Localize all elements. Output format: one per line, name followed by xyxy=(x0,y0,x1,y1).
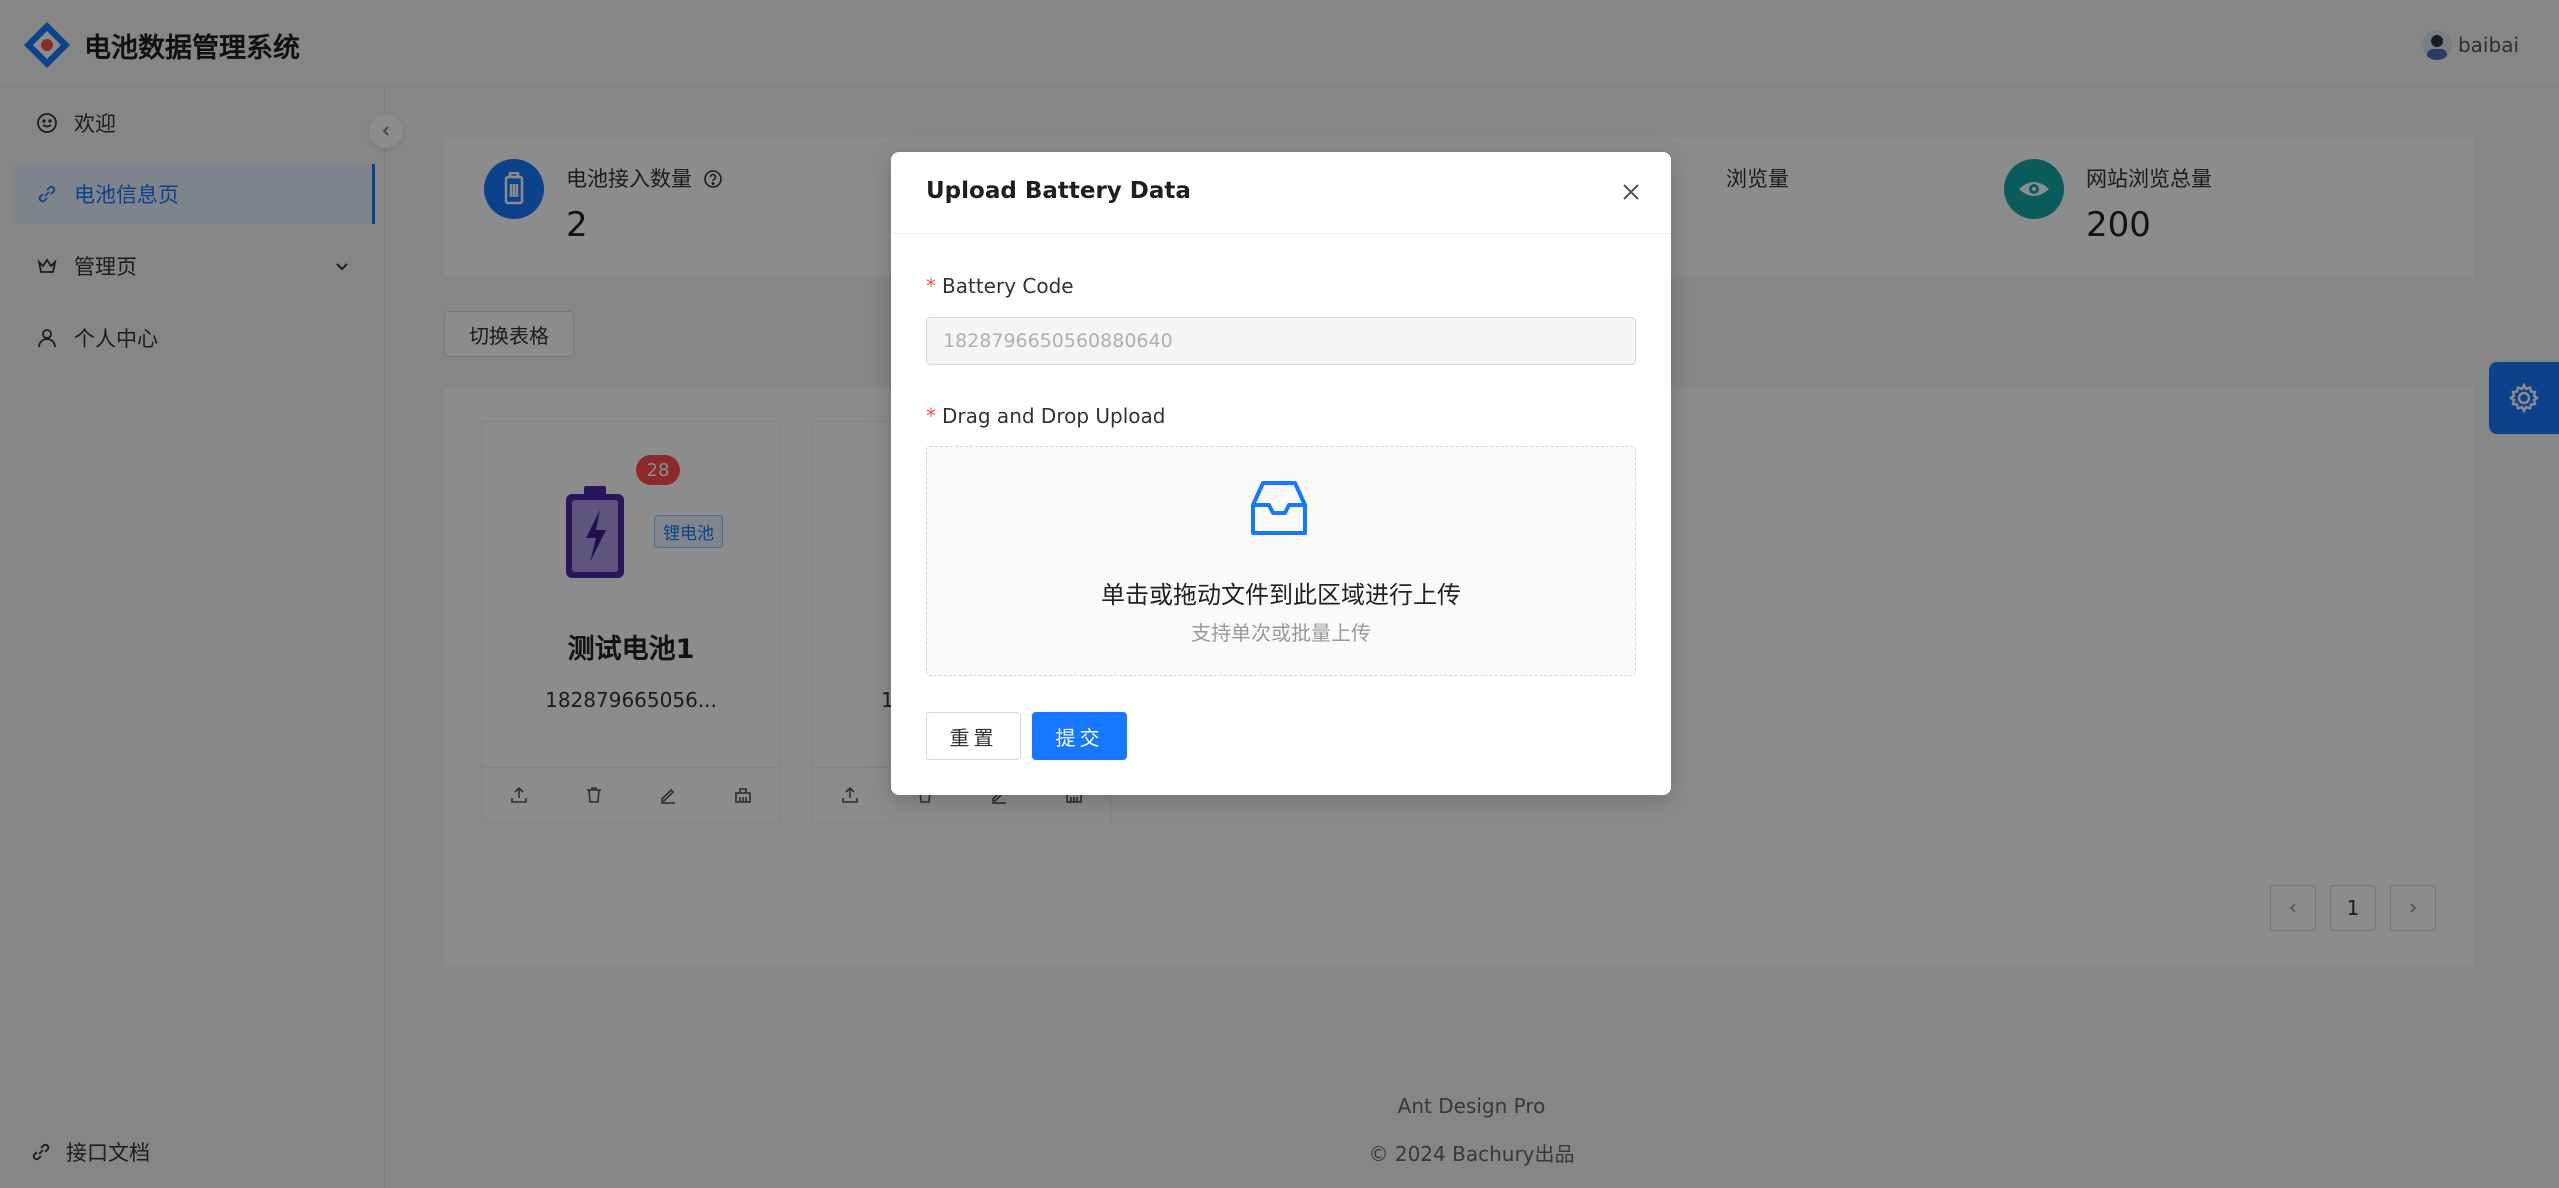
inbox-icon xyxy=(1251,481,1307,535)
battery-code-input[interactable]: 1828796650560880640 xyxy=(926,317,1636,365)
upload-label: * Drag and Drop Upload xyxy=(926,404,1165,428)
required-mark: * xyxy=(926,274,936,298)
upload-dropzone[interactable]: 单击或拖动文件到此区域进行上传 支持单次或批量上传 xyxy=(926,446,1636,676)
dropzone-hint: 支持单次或批量上传 xyxy=(1191,621,1371,645)
dropzone-text: 单击或拖动文件到此区域进行上传 xyxy=(1101,581,1461,609)
reset-button[interactable]: 重置 xyxy=(926,712,1021,760)
submit-button[interactable]: 提交 xyxy=(1032,712,1127,760)
close-icon xyxy=(1623,184,1639,200)
upload-modal: Upload Battery Data * Battery Code 182879… xyxy=(891,152,1671,795)
divider xyxy=(891,233,1671,234)
battery-code-label-text: Battery Code xyxy=(942,274,1074,298)
upload-label-text: Drag and Drop Upload xyxy=(942,404,1166,428)
required-mark: * xyxy=(926,404,936,428)
battery-code-label: * Battery Code xyxy=(926,274,1074,298)
close-button[interactable] xyxy=(1615,176,1647,208)
modal-title: Upload Battery Data xyxy=(926,178,1191,204)
